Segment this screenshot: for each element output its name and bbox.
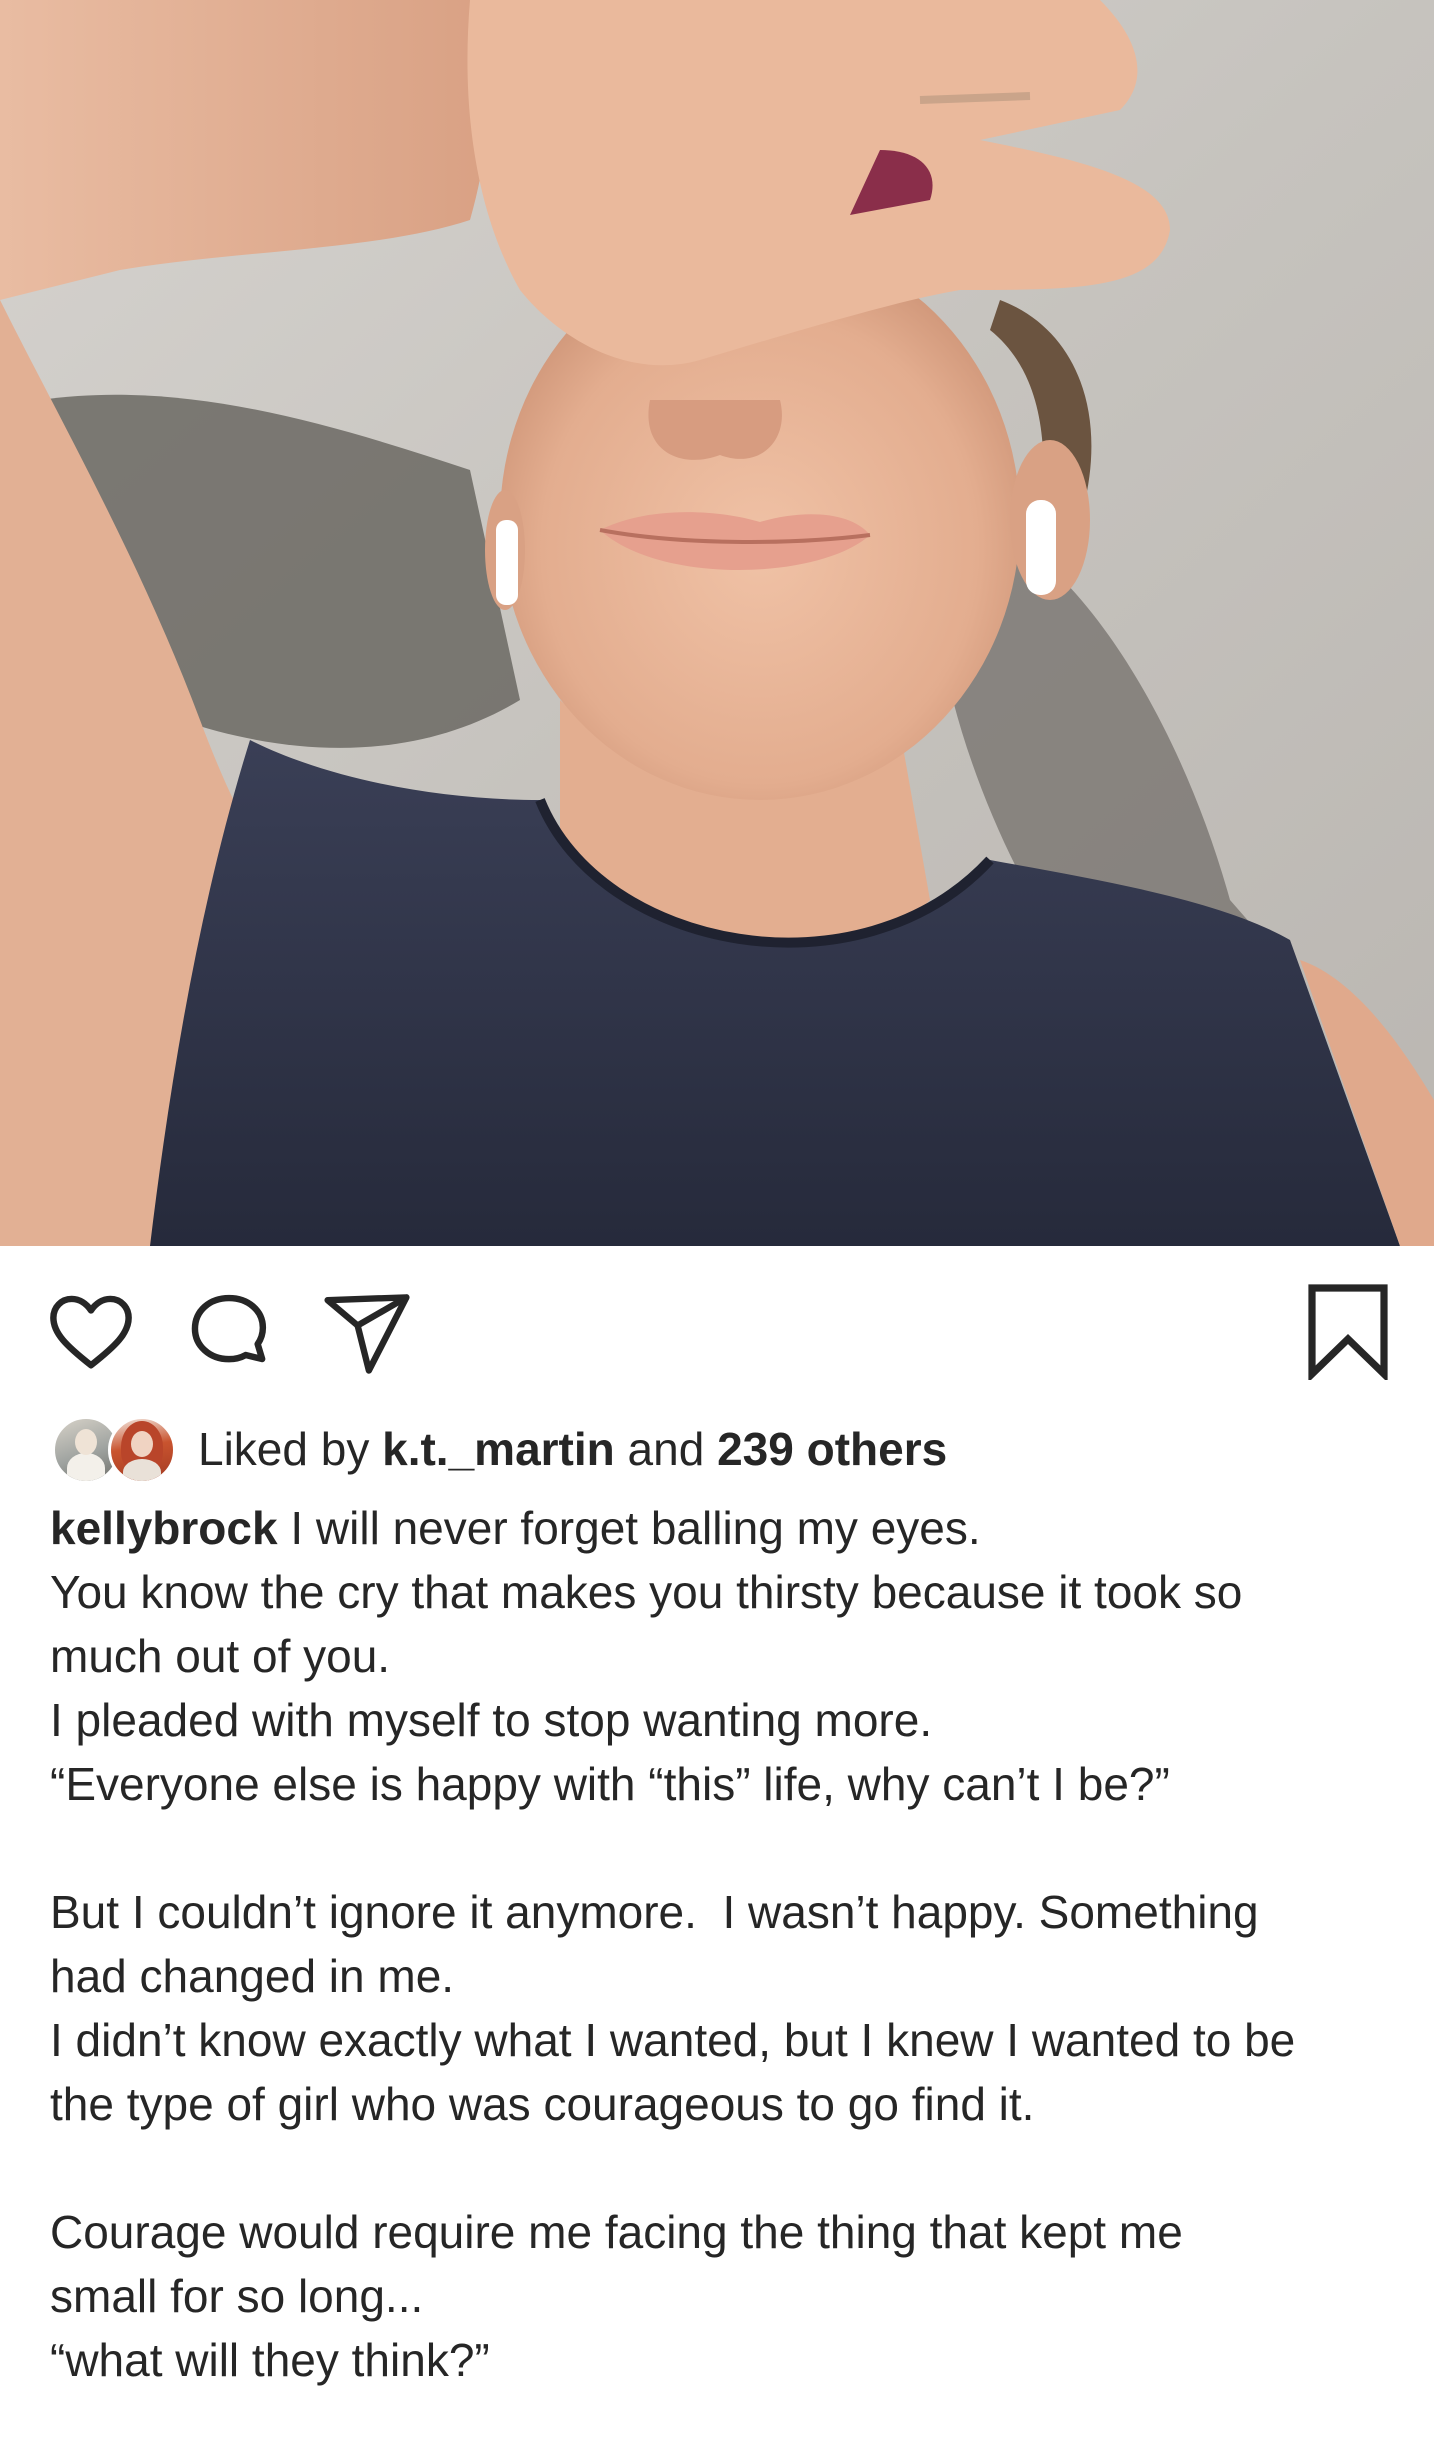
- caption-line: had changed in me.: [50, 1950, 455, 2002]
- paper-plane-icon[interactable]: [322, 1288, 412, 1378]
- caption-line: the type of girl who was courageous to g…: [50, 2078, 1035, 2130]
- caption-text: I will never forget balling my eyes.: [290, 1502, 981, 1554]
- speech-bubble-icon[interactable]: [186, 1290, 272, 1376]
- caption-line: [50, 1816, 1400, 1880]
- likes-connector: and: [627, 1423, 705, 1475]
- caption-first-line: kellybrock I will never forget balling m…: [50, 1496, 1400, 1560]
- caption-line: [50, 2136, 1400, 2200]
- caption-line: I didn’t know exactly what I wanted, but…: [50, 2014, 1296, 2066]
- caption-line: “what will they think?”: [50, 2334, 490, 2386]
- caption-line: much out of you.: [50, 1630, 391, 1682]
- heart-outline-icon[interactable]: [48, 1290, 134, 1376]
- caption-line: You know the cry that makes you thirsty …: [50, 1566, 1243, 1618]
- caption-line: I pleaded with myself to stop wanting mo…: [50, 1694, 933, 1746]
- caption-line: Courage would require me facing the thin…: [50, 2206, 1183, 2258]
- likes-others-link[interactable]: 239 others: [717, 1422, 947, 1476]
- caption-username-link[interactable]: kellybrock: [50, 1502, 278, 1554]
- caption-line: But I couldn’t ignore it anymore. I wasn…: [50, 1886, 1259, 1938]
- caption-line: “Everyone else is happy with “this” life…: [50, 1758, 1170, 1810]
- post-photo[interactable]: [0, 0, 1434, 1246]
- bookmark-outline-icon[interactable]: [1306, 1282, 1390, 1380]
- post-photo-illustration: [0, 0, 1434, 1246]
- likes-prefix: Liked by: [198, 1423, 370, 1475]
- post-caption: kellybrock I will never forget balling m…: [50, 1496, 1400, 2392]
- likes-summary[interactable]: Liked by k.t._martin and 239 others: [52, 1410, 947, 1488]
- avatar[interactable]: [108, 1416, 176, 1484]
- liker-username-link[interactable]: k.t._martin: [382, 1422, 615, 1476]
- post-action-bar: [0, 1246, 1434, 1406]
- liker-avatars[interactable]: [52, 1414, 178, 1484]
- caption-line: small for so long...: [50, 2270, 424, 2322]
